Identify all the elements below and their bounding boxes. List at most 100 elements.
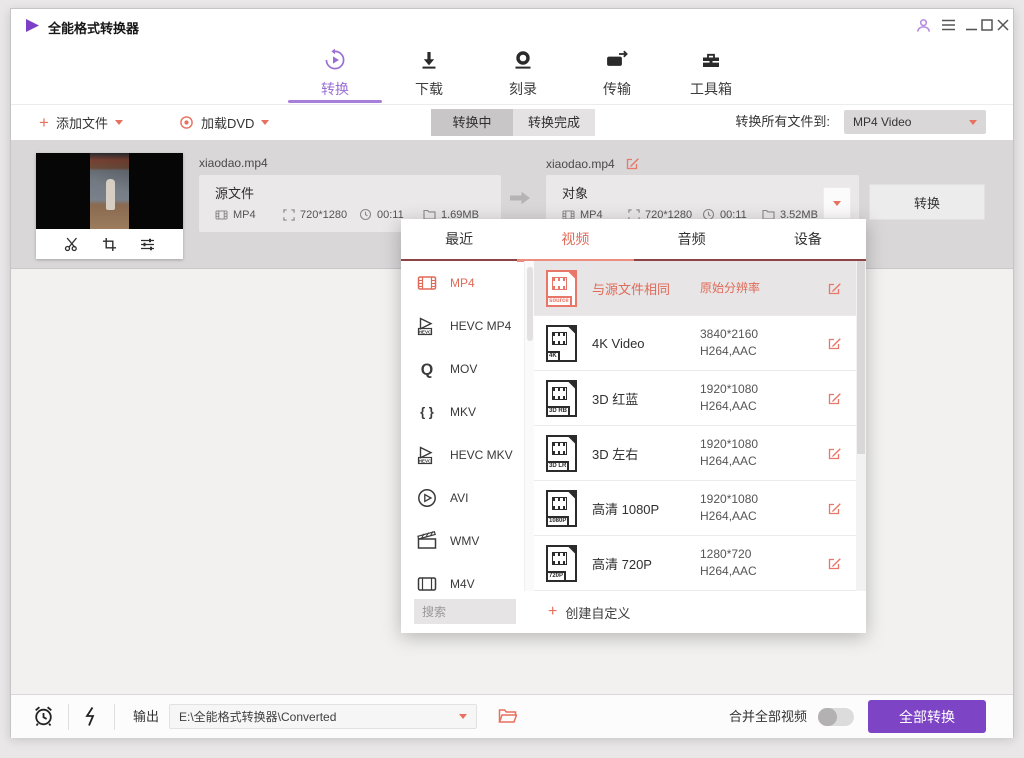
preset-name: 4K Video xyxy=(592,336,700,351)
nav-tab-label: 传输 xyxy=(603,79,631,99)
tab-converting[interactable]: 转换中 xyxy=(431,109,513,136)
output-path-value: E:\全能格式转换器\Converted xyxy=(179,708,336,725)
convert-state-tabs: 转换中 转换完成 xyxy=(431,109,595,136)
output-format-select[interactable]: MP4 Video xyxy=(844,110,986,134)
menu-icon[interactable] xyxy=(939,16,957,34)
create-custom-label: 创建自定义 xyxy=(565,603,630,622)
format-label: HEVC MP4 xyxy=(450,319,511,333)
user-icon[interactable] xyxy=(914,16,932,34)
nav-tab-toolbox[interactable]: 工具箱 xyxy=(664,42,758,99)
popup-tab-audio[interactable]: 音频 xyxy=(634,219,750,259)
preset-codec: H264,AAC xyxy=(700,344,757,358)
preset-resolution: 1920*1080 xyxy=(700,492,758,506)
transfer-icon xyxy=(605,48,629,72)
preset-list-scrollbar[interactable] xyxy=(856,261,866,591)
nav-tab-record[interactable]: 刻录 xyxy=(476,42,570,99)
preset-list: source 与源文件相同 原始分辨率 4K 4K Video 3840*216… xyxy=(534,261,856,591)
edit-icon[interactable] xyxy=(827,391,842,406)
video-thumbnail xyxy=(36,153,183,259)
preset-codec: H264,AAC xyxy=(700,454,757,468)
create-custom-button[interactable]: + 创建自定义 xyxy=(548,591,630,633)
load-dvd-button[interactable]: 加载DVD xyxy=(179,104,269,140)
format-item-mov[interactable]: Q MOV xyxy=(401,347,524,390)
format-label: HEVC MKV xyxy=(450,448,513,462)
preset-row-3d-lr[interactable]: 3D LR 3D 左右 1920*1080H264,AAC xyxy=(534,426,856,481)
video-frame xyxy=(90,153,129,229)
preset-row-720p[interactable]: 720P 高清 720P 1280*720H264,AAC xyxy=(534,536,856,591)
clock-icon xyxy=(359,208,372,221)
output-label: 输出 xyxy=(133,695,159,738)
nav-tab-convert[interactable]: 转换 xyxy=(288,42,382,99)
format-item-wmv[interactable]: WMV xyxy=(401,519,524,562)
edit-icon[interactable] xyxy=(827,446,842,461)
preset-row-same-as-source[interactable]: source 与源文件相同 原始分辨率 xyxy=(534,261,856,316)
sliders-icon[interactable] xyxy=(139,237,156,252)
format-item-mkv[interactable]: { } MKV xyxy=(401,390,524,433)
schedule-icon[interactable] xyxy=(32,704,55,728)
format-list-scrollbar[interactable] xyxy=(524,261,534,591)
nav-tab-label: 工具箱 xyxy=(690,79,732,99)
nav-tab-download[interactable]: 下载 xyxy=(382,42,476,99)
preset-row-4k[interactable]: 4K 4K Video 3840*2160H264,AAC xyxy=(534,316,856,371)
preset-file-icon: 4K xyxy=(546,325,577,362)
tab-converted[interactable]: 转换完成 xyxy=(513,109,595,136)
format-item-avi[interactable]: AVI xyxy=(401,476,524,519)
svg-text:Q: Q xyxy=(421,361,433,378)
preset-codec: H264,AAC xyxy=(700,399,757,413)
chevron-down-icon xyxy=(969,120,977,125)
edit-icon[interactable] xyxy=(827,281,842,296)
nav-tab-label: 刻录 xyxy=(509,79,537,99)
scissors-icon[interactable] xyxy=(63,236,80,252)
popup-tab-device[interactable]: 设备 xyxy=(750,219,866,259)
convert-button[interactable]: 转换 xyxy=(869,184,985,220)
nav-tab-transfer[interactable]: 传输 xyxy=(570,42,664,99)
target-format-dropdown-button[interactable] xyxy=(823,187,851,219)
preset-name: 3D 红蓝 xyxy=(592,389,700,408)
convert-all-button[interactable]: 全部转换 xyxy=(868,700,986,733)
popup-tab-bar: 最近 视频 音频 设备 xyxy=(401,219,866,261)
format-label: MOV xyxy=(450,362,477,376)
convert-all-label: 全部转换 xyxy=(899,707,955,727)
preset-row-3d-rb[interactable]: 3D RB 3D 红蓝 1920*1080H264,AAC xyxy=(534,371,856,426)
bolt-icon[interactable] xyxy=(82,706,98,727)
merge-videos-toggle[interactable] xyxy=(818,708,854,726)
nav-separator xyxy=(11,104,1013,105)
edit-icon[interactable] xyxy=(625,156,640,171)
popup-tab-video[interactable]: 视频 xyxy=(517,219,633,259)
video-preview xyxy=(36,153,183,229)
format-item-mp4[interactable]: MP4 xyxy=(401,261,524,304)
app-title: 全能格式转换器 xyxy=(48,18,139,37)
popup-tab-recent[interactable]: 最近 xyxy=(401,219,517,259)
open-folder-icon[interactable] xyxy=(498,708,517,724)
chevron-down-icon[interactable] xyxy=(261,120,269,125)
scrollbar-thumb[interactable] xyxy=(527,267,533,341)
convert-button-label: 转换 xyxy=(914,193,940,212)
add-file-label: 添加文件 xyxy=(56,113,108,132)
add-file-button[interactable]: + 添加文件 xyxy=(39,104,123,140)
preset-name: 高清 1080P xyxy=(592,499,700,518)
hevc-play-icon: HEVC xyxy=(416,315,438,337)
svg-text:{ }: { } xyxy=(420,404,434,419)
close-icon[interactable] xyxy=(994,16,1012,34)
download-icon xyxy=(417,48,441,72)
search-input[interactable] xyxy=(414,599,516,624)
edit-icon[interactable] xyxy=(827,556,842,571)
edit-icon[interactable] xyxy=(827,501,842,516)
edit-icon[interactable] xyxy=(827,336,842,351)
source-format: MP4 xyxy=(215,209,283,221)
format-item-hevc-mkv[interactable]: HEVC HEVC MKV xyxy=(401,433,524,476)
format-label: MP4 xyxy=(450,276,475,290)
preset-row-1080p[interactable]: 1080P 高清 1080P 1920*1080H264,AAC xyxy=(534,481,856,536)
hevc-play-icon: HEVC xyxy=(416,444,438,466)
target-title: 对象 xyxy=(562,183,588,202)
source-resolution: 720*1280 xyxy=(283,209,359,221)
scrollbar-thumb[interactable] xyxy=(857,261,865,454)
crop-icon[interactable] xyxy=(102,237,117,252)
preset-codec: H264,AAC xyxy=(700,564,757,578)
format-item-m4v[interactable]: M4V xyxy=(401,562,524,591)
convert-icon xyxy=(323,48,347,72)
output-path-select[interactable]: E:\全能格式转换器\Converted xyxy=(169,704,477,729)
arrow-right-icon xyxy=(509,190,531,206)
format-item-hevc-mp4[interactable]: HEVC HEVC MP4 xyxy=(401,304,524,347)
chevron-down-icon[interactable] xyxy=(115,120,123,125)
